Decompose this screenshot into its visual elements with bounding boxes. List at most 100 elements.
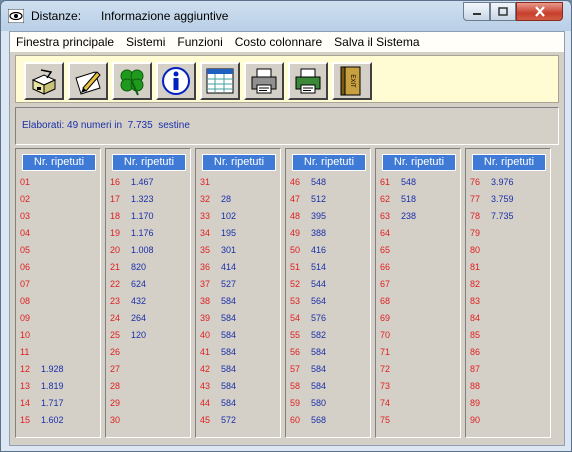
- count-value: 28: [221, 194, 232, 204]
- number-label: 37: [200, 279, 211, 289]
- print-button[interactable]: [244, 62, 284, 100]
- list-item: 02: [16, 192, 102, 209]
- number-label: 27: [110, 364, 121, 374]
- list-item: 69: [376, 311, 462, 328]
- list-item: 11: [16, 345, 102, 362]
- count-value: 548: [311, 177, 327, 187]
- print-preview-button[interactable]: [288, 62, 328, 100]
- number-label: 66: [380, 262, 391, 272]
- list-item: 45 572: [196, 413, 282, 430]
- number-label: 36: [200, 262, 211, 272]
- number-label: 26: [110, 347, 121, 357]
- count-value: 432: [131, 296, 147, 306]
- number-label: 85: [470, 330, 481, 340]
- list-item: 82: [466, 277, 552, 294]
- list-item: 46 548: [286, 175, 372, 192]
- list-item: 77 3.759: [466, 192, 552, 209]
- panel-rows: 61 548 62 518 63 238 64 65 66 67 68 69 70 71 72 73 74 75: [376, 175, 462, 430]
- list-item: 60 568: [286, 413, 372, 430]
- list-item: 42 584: [196, 362, 282, 379]
- number-label: 15: [20, 415, 31, 425]
- list-item: 83: [466, 294, 552, 311]
- list-item: 71: [376, 345, 462, 362]
- count-value: 584: [311, 364, 327, 374]
- count-value: 414: [221, 262, 237, 272]
- clover-button[interactable]: [112, 62, 152, 100]
- number-label: 74: [380, 398, 391, 408]
- list-item: 19 1.176: [106, 226, 192, 243]
- number-panel: Nr. ripetuti 31 32 28 33 102 34 195 35 301 36 414 37…: [195, 148, 281, 438]
- number-label: 76: [470, 177, 481, 187]
- menu-costo-colonnare[interactable]: Costo colonnare: [229, 35, 328, 49]
- maximize-icon: [498, 7, 508, 16]
- panel-header: Nr. ripetuti: [472, 154, 546, 171]
- info-button[interactable]: [156, 62, 196, 100]
- close-icon: [534, 6, 545, 17]
- list-item: 90: [466, 413, 552, 430]
- list-item: 20 1.008: [106, 243, 192, 260]
- count-value: 582: [311, 330, 327, 340]
- spreadsheet-button[interactable]: [200, 62, 240, 100]
- count-value: 7.735: [491, 211, 514, 221]
- number-label: 54: [290, 313, 301, 323]
- number-label: 48: [290, 211, 301, 221]
- maximize-button[interactable]: [490, 2, 516, 21]
- count-value: 624: [131, 279, 147, 289]
- menu-sistemi[interactable]: Sistemi: [120, 35, 171, 49]
- title-bar[interactable]: Distanze: Informazione aggiuntive: [1, 1, 571, 31]
- number-label: 17: [110, 194, 121, 204]
- count-value: 1.008: [131, 245, 154, 255]
- pencil-icon: [75, 71, 101, 95]
- count-value: 1.170: [131, 211, 154, 221]
- edit-button[interactable]: [68, 62, 108, 100]
- count-value: 580: [311, 398, 327, 408]
- list-item: 89: [466, 396, 552, 413]
- list-item: 81: [466, 260, 552, 277]
- number-label: 53: [290, 296, 301, 306]
- menu-bar: Finestra principale Sistemi Funzioni Cos…: [10, 32, 564, 52]
- menu-funzioni[interactable]: Funzioni: [171, 35, 228, 49]
- number-label: 65: [380, 245, 391, 255]
- number-label: 57: [290, 364, 301, 374]
- list-item: 38 584: [196, 294, 282, 311]
- list-item: 64: [376, 226, 462, 243]
- number-label: 08: [20, 296, 31, 306]
- number-label: 34: [200, 228, 211, 238]
- number-label: 12: [20, 364, 31, 374]
- exit-door-icon: EXIT: [340, 66, 361, 96]
- list-item: 32 28: [196, 192, 282, 209]
- count-value: 544: [311, 279, 327, 289]
- list-item: 33 102: [196, 209, 282, 226]
- number-panel: Nr. ripetuti 46 548 47 512 48 395 49 388 50 416 51 5…: [285, 148, 371, 438]
- count-value: 301: [221, 245, 237, 255]
- number-label: 58: [290, 381, 301, 391]
- number-label: 67: [380, 279, 391, 289]
- exit-button[interactable]: EXIT: [332, 62, 372, 100]
- count-value: 1.467: [131, 177, 154, 187]
- menu-finestra-principale[interactable]: Finestra principale: [10, 35, 120, 49]
- minimize-button[interactable]: [463, 2, 490, 21]
- count-value: 584: [311, 381, 327, 391]
- list-item: 47 512: [286, 192, 372, 209]
- list-item: 58 584: [286, 379, 372, 396]
- list-item: 88: [466, 379, 552, 396]
- box-button[interactable]: [24, 62, 64, 100]
- count-value: 584: [221, 381, 237, 391]
- number-label: 16: [110, 177, 121, 187]
- menu-salva-il-sistema[interactable]: Salva il Sistema: [328, 35, 425, 49]
- number-label: 28: [110, 381, 121, 391]
- list-item: 09: [16, 311, 102, 328]
- count-value: 584: [311, 347, 327, 357]
- list-item: 25 120: [106, 328, 192, 345]
- count-value: 1.819: [41, 381, 64, 391]
- count-value: 584: [221, 313, 237, 323]
- list-item: 78 7.735: [466, 209, 552, 226]
- number-label: 49: [290, 228, 301, 238]
- list-item: 61 548: [376, 175, 462, 192]
- number-label: 04: [20, 228, 31, 238]
- count-value: 1.717: [41, 398, 64, 408]
- close-button[interactable]: [516, 2, 563, 21]
- list-item: 43 584: [196, 379, 282, 396]
- count-value: 512: [311, 194, 327, 204]
- count-value: 564: [311, 296, 327, 306]
